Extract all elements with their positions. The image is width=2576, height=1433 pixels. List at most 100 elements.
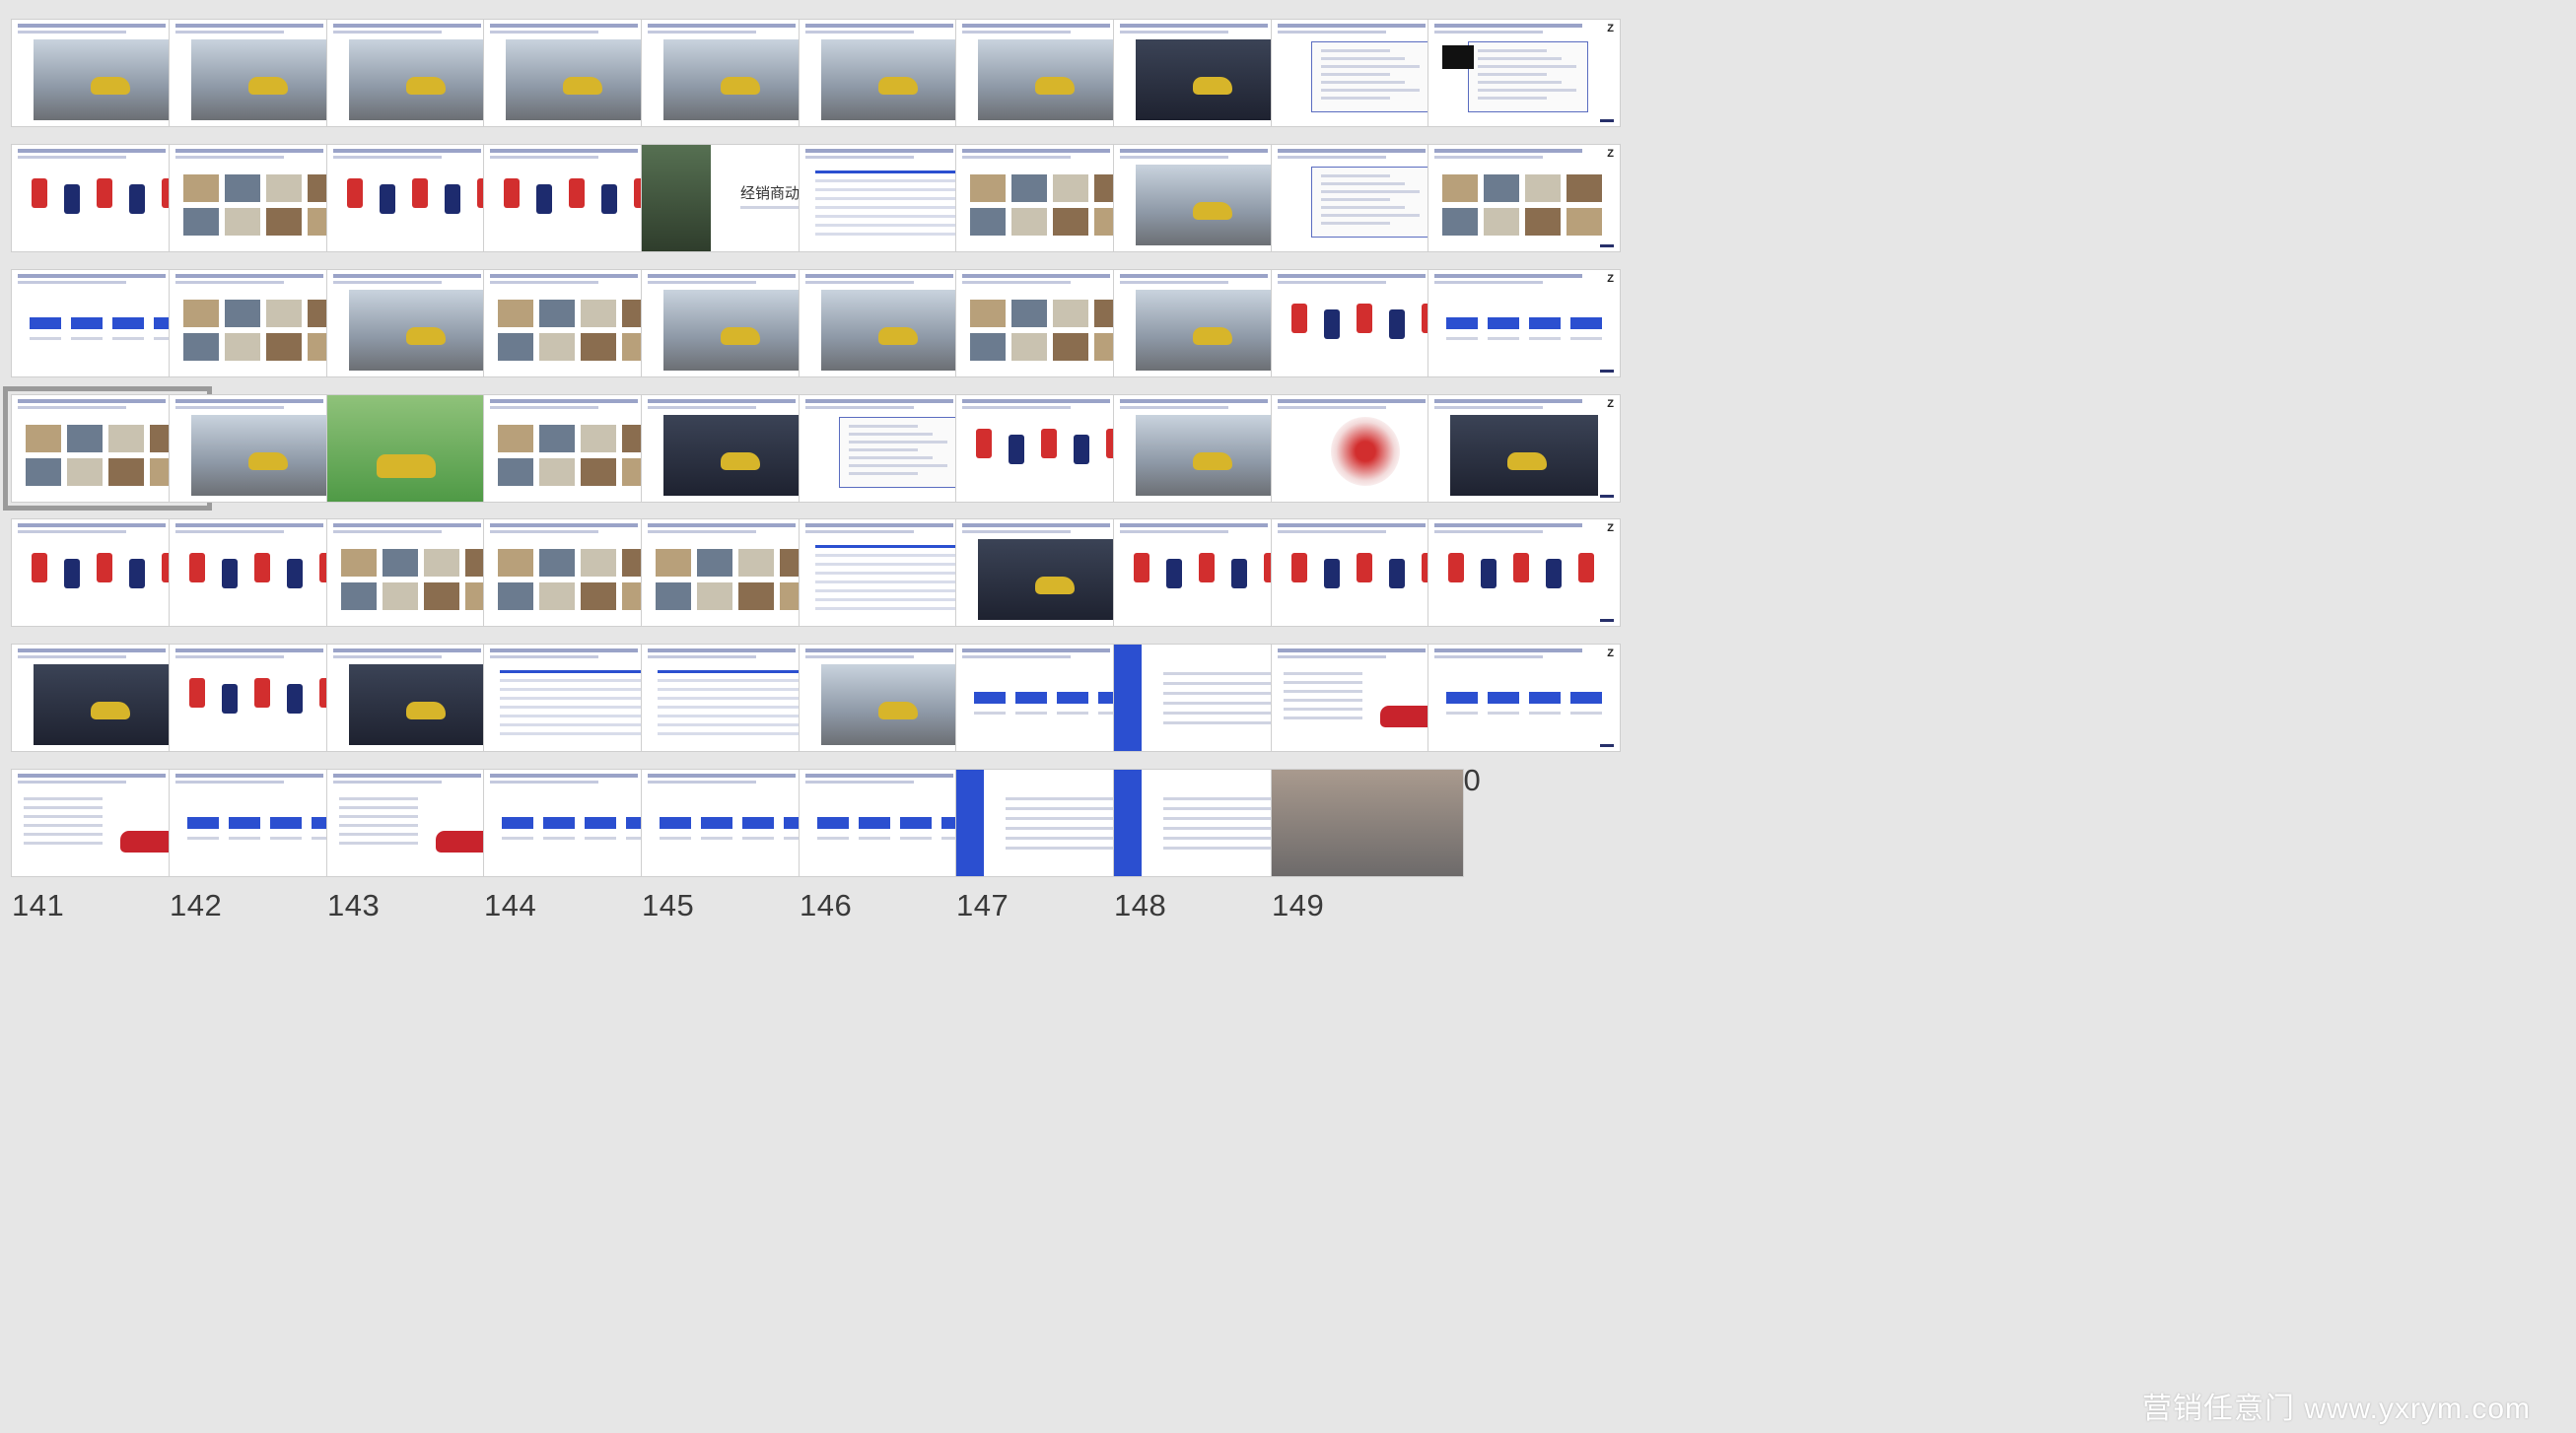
image-tile <box>738 582 774 610</box>
image-tile <box>225 208 260 236</box>
slide-header-bar <box>805 274 953 278</box>
car-image <box>91 702 130 719</box>
text-line <box>339 842 418 845</box>
image-tile <box>1484 174 1519 202</box>
text-line <box>71 337 103 340</box>
slide-header-bar <box>333 149 481 153</box>
slide-header-bar <box>490 24 638 28</box>
text-line <box>1321 97 1390 100</box>
phone-mockup <box>97 553 112 582</box>
slide-header-bar <box>648 523 796 527</box>
slide-header-bar <box>333 523 481 527</box>
car-image <box>1193 202 1232 220</box>
phone-mockup <box>254 678 270 708</box>
slide-thumbnail[interactable]: Z <box>1428 270 1620 376</box>
phone-mockup <box>254 553 270 582</box>
slide-thumbnail[interactable]: Z <box>1428 645 1620 751</box>
car-image <box>1035 77 1075 95</box>
text-line <box>1284 681 1362 684</box>
phone-mockup <box>1357 304 1372 333</box>
slide-header-bar <box>805 523 953 527</box>
text-line <box>849 456 933 459</box>
text-line <box>1321 57 1405 60</box>
phone-mockup <box>1199 553 1215 582</box>
blue-side-bar <box>1114 645 1142 751</box>
text-line <box>1163 807 1272 810</box>
image-tile <box>539 582 575 610</box>
slide-header-bar <box>1434 149 1582 153</box>
image-tile <box>67 425 103 452</box>
text-line <box>112 337 144 340</box>
text-line <box>1163 672 1272 675</box>
text-line <box>339 815 418 818</box>
car-image <box>721 452 760 470</box>
text-line <box>1284 690 1362 693</box>
image-tile <box>1525 208 1561 236</box>
slide-header-bar <box>648 274 796 278</box>
flow-node <box>1529 692 1561 704</box>
slide-subheader-bar <box>805 530 914 533</box>
slide-header-bar <box>805 774 953 778</box>
slide-header-bar <box>1120 523 1268 527</box>
image-tile <box>581 425 616 452</box>
slide-subheader-bar <box>1278 281 1386 284</box>
slide-thumbnail[interactable]: Z <box>1428 145 1620 251</box>
slide-header-bar <box>962 523 1110 527</box>
phone-mockup <box>1389 309 1405 339</box>
slide-subheader-bar <box>18 406 126 409</box>
flow-node <box>900 817 932 829</box>
slide-number: 143 <box>327 888 381 922</box>
slide-thumbnail[interactable]: Z <box>1428 519 1620 626</box>
brand-logo-icon: Z <box>1607 148 1614 160</box>
slide-subheader-bar <box>490 781 598 784</box>
slide-thumbnail[interactable]: Z <box>1428 20 1620 126</box>
slide-header-bar <box>1278 24 1426 28</box>
text-line <box>1163 847 1272 850</box>
text-line <box>30 337 61 340</box>
text-line <box>1284 716 1362 719</box>
slide-subheader-bar <box>175 530 284 533</box>
text-line <box>1321 214 1420 217</box>
image-tile <box>970 300 1006 327</box>
flow-node <box>112 317 144 329</box>
image-tile <box>581 333 616 361</box>
slide-number: 146 <box>800 888 853 922</box>
slide-thumbnail[interactable]: Z <box>1428 395 1620 502</box>
slide-subheader-bar <box>1120 530 1228 533</box>
image-tile <box>26 425 61 452</box>
text-line <box>1321 65 1420 68</box>
text-line <box>1321 73 1390 76</box>
flow-node <box>1570 317 1602 329</box>
text-line <box>1478 89 1576 92</box>
slide-subheader-bar <box>962 31 1071 34</box>
phone-mockup <box>1134 553 1149 582</box>
slide-header-bar <box>1278 523 1426 527</box>
slide-subheader-bar <box>1278 156 1386 159</box>
text-line <box>1488 337 1519 340</box>
slide-subheader-bar <box>175 655 284 658</box>
slide-number: 141 <box>12 888 65 922</box>
slide-subheader-bar <box>805 655 914 658</box>
slide-subheader-bar <box>962 530 1071 533</box>
image-tile <box>108 425 144 452</box>
slide-subheader-bar <box>1434 31 1543 34</box>
text-line <box>849 472 918 475</box>
slide-thumbnail-cell[interactable]: 149 <box>1260 750 1522 958</box>
phone-mockup <box>1357 553 1372 582</box>
footer-mark <box>1600 244 1614 247</box>
text-line <box>701 837 732 840</box>
footer-mark <box>1600 370 1614 373</box>
slide-thumbnail[interactable] <box>1272 770 1463 876</box>
slide-header-bar <box>490 648 638 652</box>
slide-subheader-bar <box>490 530 598 533</box>
phone-mockup <box>601 184 617 214</box>
text-line <box>1006 847 1114 850</box>
phone-mockup <box>1324 309 1340 339</box>
image-tile <box>498 425 533 452</box>
text-line <box>1284 699 1362 702</box>
slide-header-bar <box>962 648 1110 652</box>
slide-header-bar <box>648 24 796 28</box>
slide-subheader-bar <box>18 156 126 159</box>
image-tile <box>970 208 1006 236</box>
slide-subheader-bar <box>805 156 914 159</box>
